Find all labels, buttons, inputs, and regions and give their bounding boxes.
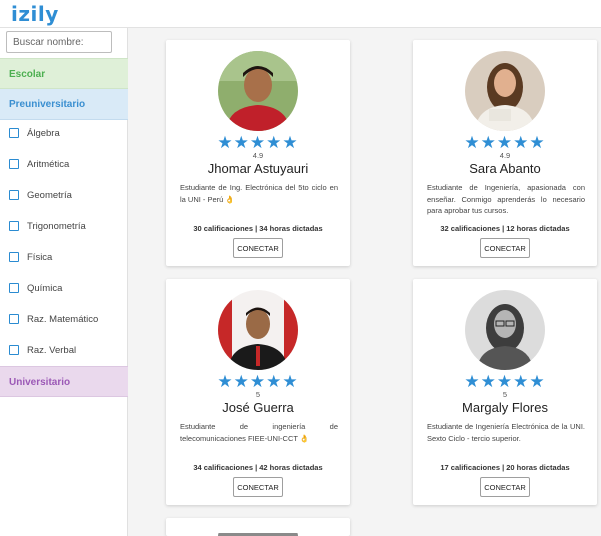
section-preuniversitario[interactable]: Preuniversitario [0,89,128,120]
izily-logo[interactable]: izily [11,2,59,26]
connect-button[interactable]: CONECTAR [480,238,530,258]
category-label: Raz. Verbal [27,344,77,356]
rating-stars: ★★★★★ [464,133,546,152]
category-label: Física [27,251,53,263]
sidebar: Escolar Preuniversitario Álgebra Aritmét… [0,28,128,536]
category-label: Química [27,282,63,294]
checkbox[interactable] [9,221,19,231]
search-input[interactable] [6,31,112,53]
tutor-description: Estudiante de Ing. Electrónica del 5to c… [180,183,338,204]
tutor-stats: 34 calificaciones | 42 horas dictadas [193,463,323,472]
rating-value: 4.9 [499,151,511,160]
category-geometria[interactable]: Geometría [9,188,72,202]
category-fisica[interactable]: Física [9,250,52,264]
category-aritmetica[interactable]: Aritmética [9,157,69,171]
section-universitario[interactable]: Universitario [0,366,128,397]
tutor-stats: 17 calificaciones | 20 horas dictadas [440,463,570,472]
rating-value: 5 [502,390,508,399]
rating-value: 5 [255,390,261,399]
category-label: Geometría [27,189,72,201]
tutor-card: ★★★★★ 4.9 Jhomar Astuyauri Estudiante de… [166,40,350,266]
category-label: Raz. Matemático [27,313,99,325]
rating-stars: ★★★★★ [217,372,299,391]
tutor-card: ★★★★★ 5 José Guerra Estudiante de ingeni… [166,279,350,505]
tutor-name: Jhomar Astuyauri [207,161,309,176]
category-label: Álgebra [27,127,60,139]
tutor-card: ★★★★★ 4.9 Sara Abanto Estudiante de Inge… [413,40,597,266]
rating-stars: ★★★★★ [217,133,299,152]
tutor-description: Estudiante de Ingeniería Electrónica de … [427,422,585,443]
tutor-description: Estudiante de Ingeniería, apasionada con… [427,183,585,215]
checkbox[interactable] [9,283,19,293]
top-bar: izily [0,0,601,28]
tutor-card [166,518,350,536]
avatar [465,290,545,370]
category-raz-verbal[interactable]: Raz. Verbal [9,343,76,357]
section-escolar[interactable]: Escolar [0,58,128,89]
avatar [218,528,298,536]
checkbox[interactable] [9,128,19,138]
avatar [218,51,298,131]
rating-stars: ★★★★★ [464,372,546,391]
checkbox[interactable] [9,159,19,169]
avatar [218,290,298,370]
category-label: Trigonometría [27,220,86,232]
category-label: Aritmética [27,158,70,170]
checkbox[interactable] [9,345,19,355]
tutor-name: Sara Abanto [469,161,541,176]
category-algebra[interactable]: Álgebra [9,126,60,140]
category-trigonometria[interactable]: Trigonometría [9,219,86,233]
checkbox[interactable] [9,252,19,262]
connect-button[interactable]: CONECTAR [233,238,283,258]
tutor-card: ★★★★★ 5 Margaly Flores Estudiante de Ing… [413,279,597,505]
avatar [465,51,545,131]
tutor-name: José Guerra [222,400,294,415]
category-raz-matematico[interactable]: Raz. Matemático [9,312,98,326]
checkbox[interactable] [9,314,19,324]
checkbox[interactable] [9,190,19,200]
category-quimica[interactable]: Química [9,281,62,295]
tutor-description: Estudiante de ingeniería de telecomunica… [180,422,338,443]
tutor-stats: 32 calificaciones | 12 horas dictadas [440,224,570,233]
connect-button[interactable]: CONECTAR [233,477,283,497]
connect-button[interactable]: CONECTAR [480,477,530,497]
tutor-stats: 30 calificaciones | 34 horas dictadas [193,224,323,233]
tutor-name: Margaly Flores [462,400,548,415]
rating-value: 4.9 [252,151,264,160]
